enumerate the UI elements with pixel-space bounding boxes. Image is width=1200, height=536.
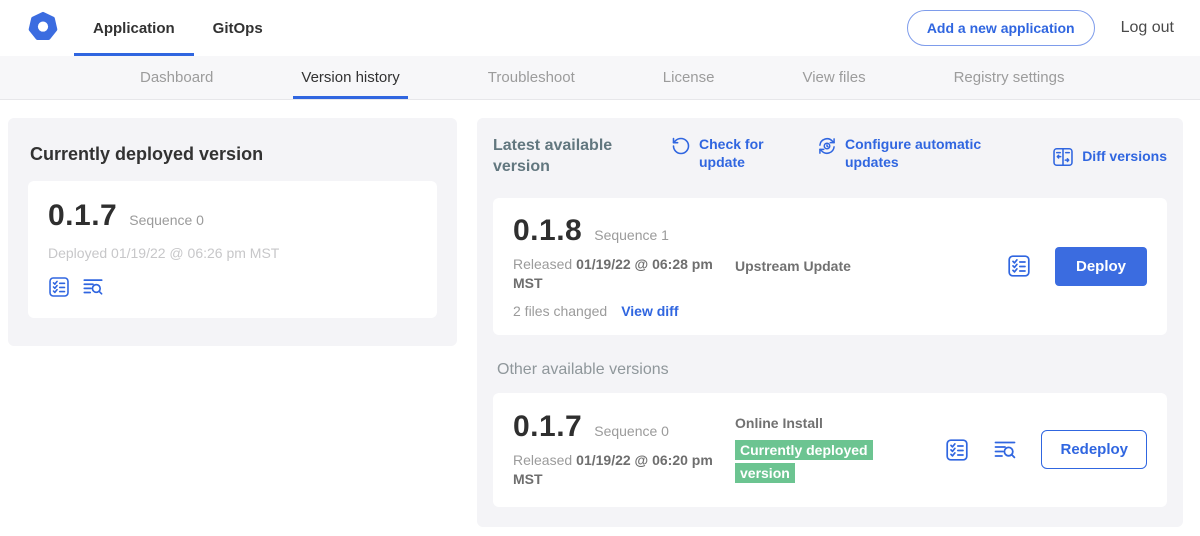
latest-version-card: 0.1.8 Sequence 1 Released01/19/22 @ 06:2… [493, 198, 1167, 335]
header-right: Add a new application Log out [907, 0, 1200, 56]
add-application-button[interactable]: Add a new application [907, 10, 1095, 46]
checklist-icon [1007, 254, 1031, 278]
latest-available-title: Latest available version [493, 136, 625, 178]
checklist-icon [945, 438, 969, 462]
latest-version-number: 0.1.8 [513, 214, 582, 248]
app-logo[interactable] [0, 0, 74, 56]
logs-search-icon [993, 438, 1017, 462]
configure-automatic-updates-action[interactable]: Configure automatic updates [817, 136, 995, 171]
tab-application[interactable]: Application [74, 0, 194, 56]
other-version-number: 0.1.7 [513, 410, 582, 444]
view-deploy-logs-button[interactable] [82, 276, 104, 298]
latest-version-info: 0.1.8 Sequence 1 Released01/19/22 @ 06:2… [513, 214, 725, 319]
other-version-row: 0.1.7 Sequence 0 [513, 410, 725, 444]
deployed-version-number: 0.1.7 [48, 199, 117, 233]
refresh-ccw-icon [671, 136, 691, 156]
header-tabs: Application GitOps [74, 0, 282, 56]
files-changed-text: 2 files changed [513, 303, 607, 319]
configure-automatic-updates-label: Configure automatic updates [845, 136, 995, 171]
other-sequence: Sequence 0 [594, 423, 669, 439]
other-versions-title: Other available versions [497, 361, 1167, 379]
diff-icon [1052, 146, 1074, 168]
deployed-version-row: 0.1.7 Sequence 0 [48, 199, 417, 233]
currently-deployed-badge: Currently deployed version [735, 440, 873, 482]
logs-search-icon [82, 276, 104, 298]
latest-sequence: Sequence 1 [594, 227, 669, 243]
deployed-version-card: 0.1.7 Sequence 0 Deployed 01/19/22 @ 06:… [28, 181, 437, 318]
app-logo-icon [26, 11, 60, 45]
latest-released-line: Released01/19/22 @ 06:28 pm MST [513, 255, 725, 294]
released-label: Released [513, 452, 572, 468]
latest-version-actions: Deploy [1007, 247, 1147, 286]
currently-deployed-badge-wrap: Currently deployed version [735, 439, 887, 484]
latest-version-source: Upstream Update [735, 258, 1007, 274]
view-diff-link[interactable]: View diff [621, 303, 678, 319]
subnav-registry-settings[interactable]: Registry settings [946, 56, 1073, 99]
main-content: Currently deployed version 0.1.7 Sequenc… [0, 100, 1200, 527]
latest-version-row: 0.1.8 Sequence 1 [513, 214, 725, 248]
other-version-source-col: Online Install Currently deployed versio… [735, 415, 945, 484]
available-versions-panel: Latest available version Check for updat… [477, 118, 1183, 527]
refresh-clock-icon [817, 136, 837, 156]
diff-versions-action[interactable]: Diff versions [1052, 146, 1167, 168]
view-config-button[interactable] [48, 276, 70, 298]
subnav-version-history[interactable]: Version history [293, 56, 407, 99]
other-view-config-button[interactable] [945, 438, 969, 462]
app-subnav: Dashboard Version history Troubleshoot L… [0, 56, 1200, 100]
redeploy-button[interactable]: Redeploy [1041, 430, 1147, 469]
deployed-timestamp: Deployed 01/19/22 @ 06:26 pm MST [48, 245, 417, 261]
check-for-update-label: Check for update [699, 136, 777, 171]
subnav-license[interactable]: License [655, 56, 723, 99]
released-label: Released [513, 256, 572, 272]
subnav-dashboard[interactable]: Dashboard [132, 56, 221, 99]
available-panel-header: Latest available version Check for updat… [493, 136, 1167, 178]
top-header: Application GitOps Add a new application… [0, 0, 1200, 56]
diff-versions-label: Diff versions [1082, 148, 1167, 166]
other-view-deploy-logs-button[interactable] [993, 438, 1017, 462]
other-version-actions: Redeploy [945, 430, 1147, 469]
other-version-source: Online Install [735, 415, 945, 431]
deploy-button[interactable]: Deploy [1055, 247, 1147, 286]
tab-gitops[interactable]: GitOps [194, 0, 282, 56]
logout-link[interactable]: Log out [1121, 19, 1174, 37]
subnav-view-files[interactable]: View files [794, 56, 873, 99]
latest-files-row: 2 files changed View diff [513, 303, 725, 319]
other-version-info: 0.1.7 Sequence 0 Released01/19/22 @ 06:2… [513, 410, 725, 490]
deployed-sequence: Sequence 0 [129, 212, 204, 228]
checklist-icon [48, 276, 70, 298]
latest-view-config-button[interactable] [1007, 254, 1031, 278]
deployed-actions [48, 276, 417, 298]
other-released-line: Released01/19/22 @ 06:20 pm MST [513, 451, 725, 490]
currently-deployed-panel: Currently deployed version 0.1.7 Sequenc… [8, 118, 457, 346]
deployed-panel-title: Currently deployed version [30, 144, 437, 165]
check-for-update-action[interactable]: Check for update [671, 136, 777, 171]
other-version-card: 0.1.7 Sequence 0 Released01/19/22 @ 06:2… [493, 393, 1167, 507]
subnav-troubleshoot[interactable]: Troubleshoot [480, 56, 583, 99]
